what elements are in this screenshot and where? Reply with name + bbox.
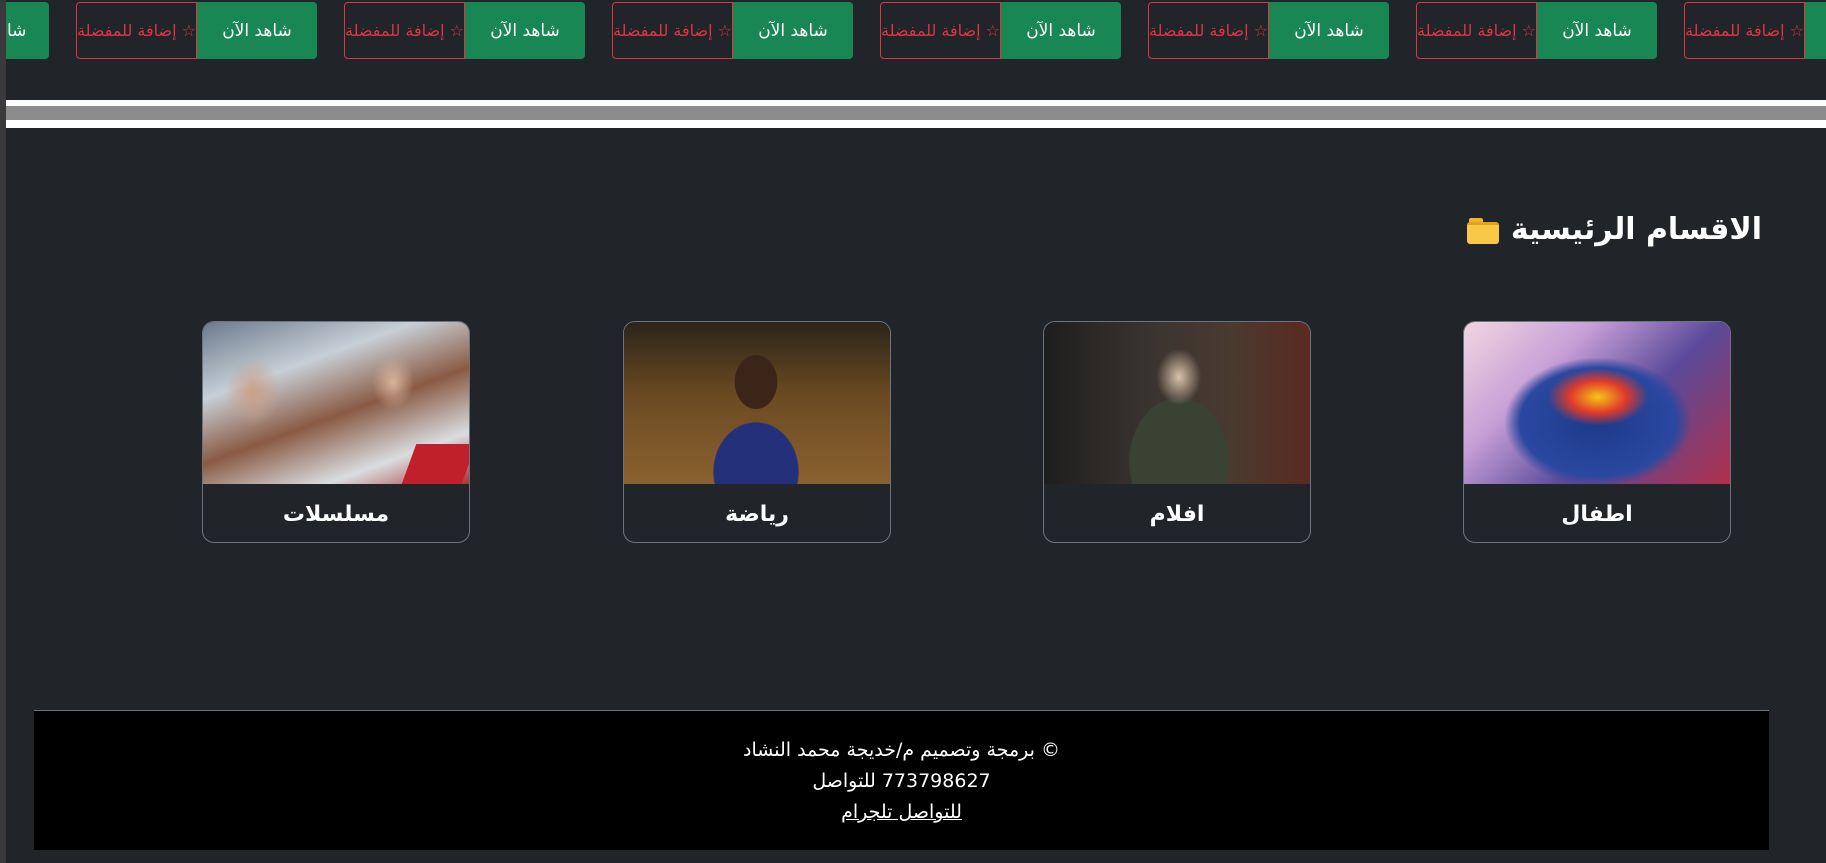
movie-actions: ☆ إضافة للمفضلة <box>1684 2 1826 59</box>
add-to-favorites-button[interactable]: ☆ إضافة للمفضلة <box>1416 2 1537 59</box>
add-to-favorites-button[interactable]: ☆ إضافة للمفضلة <box>344 2 465 59</box>
footer-contact: 773798627 للتواصل <box>812 770 991 792</box>
category-label: افلام <box>1149 501 1205 527</box>
section-title: الاقسام الرئيسية <box>1510 212 1762 247</box>
category-label: اطفال <box>1561 501 1633 527</box>
category-label: رياضة <box>725 501 789 527</box>
category-grid: مسلسلات رياضة افلام اطفال <box>0 321 1826 543</box>
movie-actions: ☆ إضافة للمفضلة شاهد الآن <box>612 2 853 59</box>
telegram-link[interactable]: للتواصل تلجرام <box>841 801 962 823</box>
series-poster-image <box>203 322 469 484</box>
category-card-sports[interactable]: رياضة <box>623 321 891 543</box>
watch-now-button[interactable]: شاهد الآن <box>1269 2 1389 59</box>
divider <box>6 120 1826 128</box>
movie-actions: ☆ إضافة للمفضلة شاهد الآن <box>1148 2 1389 59</box>
watch-now-button[interactable]: شاهد الآن <box>197 2 317 59</box>
add-to-favorites-button[interactable]: ☆ إضافة للمفضلة <box>1148 2 1269 59</box>
basketball-player-image <box>624 322 890 484</box>
footer-credit: © برمجة وتصميم م/خديجة محمد النشاد <box>743 739 1060 761</box>
movie-action-strip: شا ☆ إضافة للمفضلة شاهد الآن ☆ إضافة للم… <box>6 0 1826 100</box>
add-to-favorites-button[interactable]: ☆ إضافة للمفضلة <box>612 2 733 59</box>
category-card-movies[interactable]: افلام <box>1043 321 1311 543</box>
add-to-favorites-button[interactable]: ☆ إضافة للمفضلة <box>1684 2 1805 59</box>
section-heading: الاقسام الرئيسية <box>1466 212 1762 247</box>
footer: © برمجة وتصميم م/خديجة محمد النشاد 77379… <box>34 710 1769 850</box>
category-card-kids[interactable]: اطفال <box>1463 321 1731 543</box>
movie-actions: ☆ إضافة للمفضلة شاهد الآن <box>76 2 317 59</box>
folder-icon <box>1466 216 1499 244</box>
watch-now-button[interactable]: شاهد الآن <box>733 2 853 59</box>
movie-actions: ☆ إضافة للمفضلة شاهد الآن <box>344 2 585 59</box>
category-card-series[interactable]: مسلسلات <box>202 321 470 543</box>
divider <box>6 106 1826 120</box>
add-to-favorites-button[interactable]: ☆ إضافة للمفضلة <box>880 2 1001 59</box>
superman-emblem-image <box>1464 322 1730 484</box>
movie-actions: ☆ إضافة للمفضلة شاهد الآن <box>880 2 1121 59</box>
watch-now-button[interactable]: شاهد الآن <box>465 2 585 59</box>
watch-now-button[interactable]: شاهد الآن <box>1001 2 1121 59</box>
watch-now-button[interactable]: شاهد الآن <box>1537 2 1657 59</box>
add-to-favorites-button[interactable]: ☆ إضافة للمفضلة <box>76 2 197 59</box>
movie-poster-image <box>1044 322 1310 484</box>
category-label: مسلسلات <box>282 501 390 527</box>
movie-actions: ☆ إضافة للمفضلة شاهد الآن <box>1416 2 1657 59</box>
watch-now-button[interactable]: شا <box>6 2 49 59</box>
watch-now-button[interactable] <box>1805 2 1826 59</box>
